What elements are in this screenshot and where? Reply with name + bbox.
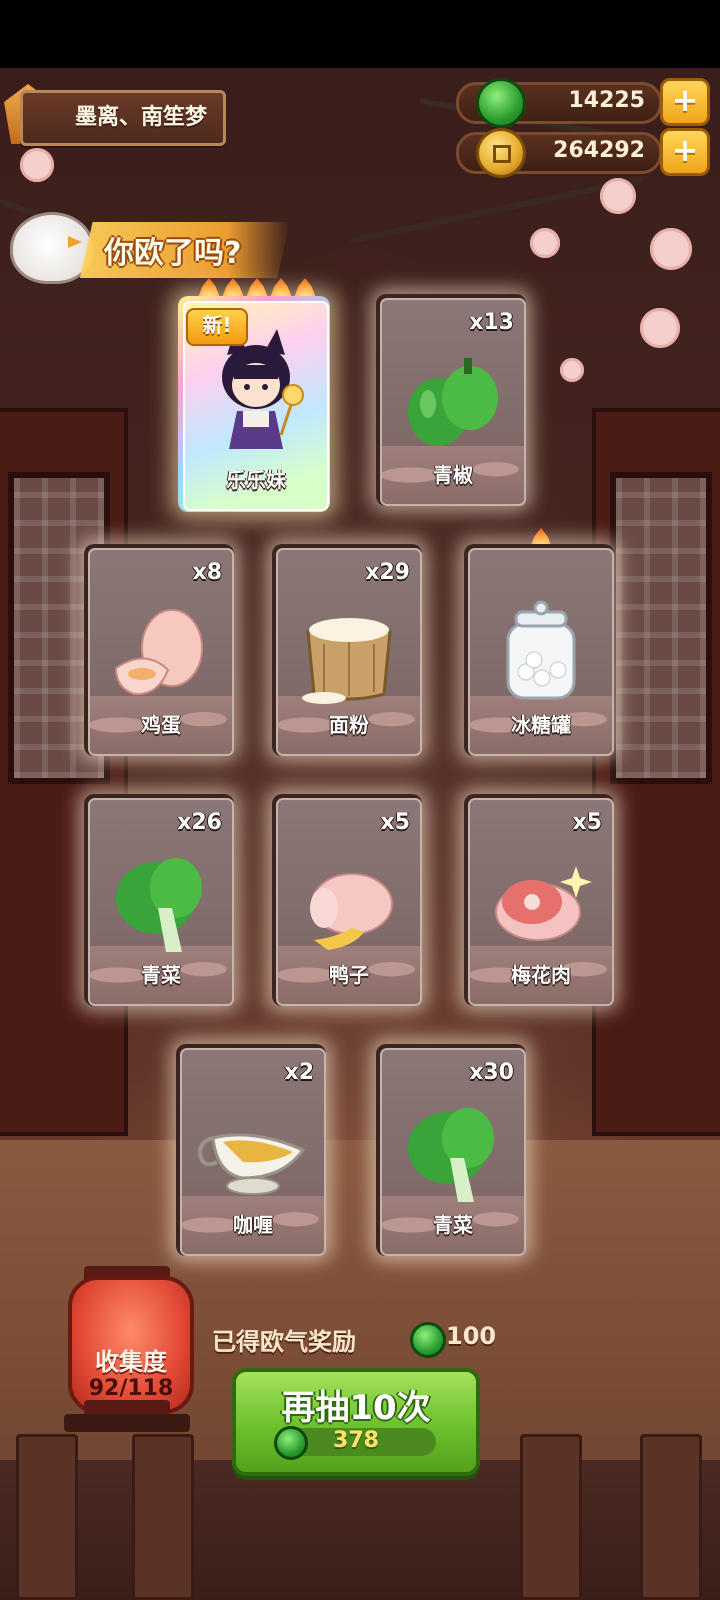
player-banner[interactable]: 墨离、南笙梦 — [20, 90, 226, 146]
card-pork-shoulder[interactable]: x5 梅花肉 — [464, 794, 614, 1006]
new-tag: 新! — [186, 308, 248, 346]
card-greens-2[interactable]: x30 青菜 — [376, 1044, 526, 1256]
card-count: x13 — [469, 310, 514, 335]
green-pepper-icon — [408, 358, 498, 446]
lucky-banner-text: 你欧了吗? — [104, 236, 242, 271]
player-name: 墨离、南笙梦 — [75, 105, 208, 130]
card-count: x5 — [380, 810, 411, 835]
card-name: 乐乐妹 — [226, 468, 286, 492]
card-name: 青椒 — [433, 463, 473, 487]
meat-icon — [495, 866, 592, 941]
card-count: x30 — [469, 1060, 514, 1085]
sugar-jar-icon — [506, 600, 576, 700]
card-name: 青菜 — [433, 1213, 473, 1237]
card-name: 鸡蛋 — [141, 713, 181, 737]
draw-again-button[interactable]: 再抽10次 378 — [232, 1368, 480, 1476]
flour-sack-icon — [302, 618, 392, 704]
card-name: 面粉 — [329, 713, 369, 737]
reward-label: 已得欧气奖励 — [212, 1328, 356, 1356]
card-duck[interactable]: x5 鸭子 — [272, 794, 422, 1006]
card-count: x8 — [192, 560, 223, 585]
add-jade-button[interactable]: + — [660, 78, 710, 126]
card-green-pepper[interactable]: x13 青椒 — [376, 294, 526, 506]
card-count: x29 — [365, 560, 410, 585]
collection-progress: 92/118 — [88, 1376, 174, 1401]
card-count: x2 — [284, 1060, 315, 1085]
jade-icon — [476, 78, 526, 128]
character-art — [222, 329, 304, 449]
card-count: x26 — [177, 810, 222, 835]
curry-boat-icon — [198, 1133, 306, 1195]
draw-button-label: 再抽10次 — [281, 1388, 431, 1428]
reward-value: 100 — [446, 1322, 497, 1350]
right-door — [592, 408, 720, 1136]
duck-icon — [310, 873, 393, 950]
left-door — [0, 408, 128, 1136]
greens-icon — [408, 1108, 494, 1202]
card-name: 青菜 — [141, 963, 181, 987]
collection-title: 收集度 — [95, 1348, 167, 1376]
card-name: 梅花肉 — [511, 963, 571, 987]
egg-icon — [114, 609, 203, 696]
card-name: 冰糖罐 — [511, 713, 571, 737]
card-rock-sugar-jar[interactable]: 冰糖罐 — [464, 544, 614, 756]
card-curry[interactable]: x2 咖喱 — [176, 1044, 326, 1256]
status-bar — [0, 0, 720, 68]
floor-railing — [0, 1460, 720, 1600]
add-coins-button[interactable]: + — [660, 128, 710, 176]
card-count: x5 — [572, 810, 603, 835]
jade-amount: 14225 — [568, 88, 645, 113]
jade-icon — [410, 1322, 446, 1358]
coin-icon — [476, 128, 526, 178]
card-egg[interactable]: x8 鸡蛋 — [84, 544, 234, 756]
card-flour[interactable]: x29 面粉 — [272, 544, 422, 756]
card-name: 鸭子 — [329, 963, 369, 987]
card-name: 咖喱 — [233, 1213, 273, 1237]
draw-cost: 378 — [333, 1428, 379, 1453]
coin-amount: 264292 — [553, 138, 645, 163]
card-greens[interactable]: x26 青菜 — [84, 794, 234, 1006]
greens-icon — [116, 858, 202, 952]
